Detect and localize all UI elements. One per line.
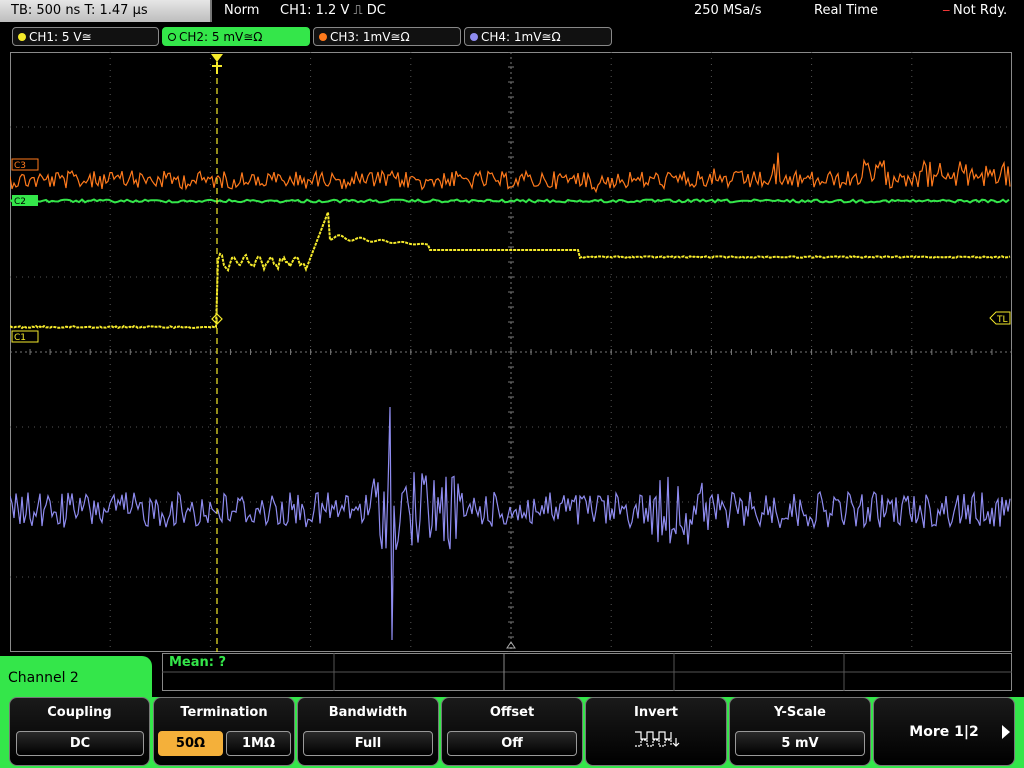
bandwidth-title: Bandwidth xyxy=(328,705,408,720)
coupling-title: Coupling xyxy=(47,705,112,720)
inverted-square-wave-icon xyxy=(635,731,680,747)
offset-softkey[interactable]: Offset Off xyxy=(441,697,583,766)
ch1-color-icon xyxy=(18,33,26,41)
more-label: More 1|2 xyxy=(909,724,979,740)
acquisition-mode: Real Time xyxy=(814,3,878,18)
y-scale-value[interactable]: 5 mV xyxy=(735,731,865,756)
coupling-softkey[interactable]: Coupling DC xyxy=(9,697,150,766)
timebase-readout[interactable]: TB: 500 ns T: 1.47 μs xyxy=(0,0,212,22)
c3-marker-label: C3 xyxy=(14,161,26,171)
tab-ch2-label: CH2: 5 mV≅Ω xyxy=(179,30,263,44)
channel-menu-title: Channel 2 xyxy=(8,670,79,686)
tab-ch3-label: CH3: 1mV≅Ω xyxy=(330,30,410,44)
c1-marker[interactable]: C1 xyxy=(11,330,39,343)
invert-title: Invert xyxy=(633,705,678,720)
tab-ch1-label: CH1: 5 V≅ xyxy=(29,30,92,44)
y-scale-title: Y-Scale xyxy=(773,705,826,720)
tab-ch4[interactable]: CH4: 1mV≅Ω xyxy=(464,27,612,46)
trigger-mode[interactable]: Norm xyxy=(224,0,259,22)
c3-marker[interactable]: C3 xyxy=(11,158,39,171)
mean-measurement[interactable]: Mean: ? xyxy=(169,655,226,670)
tab-ch4-label: CH4: 1mV≅Ω xyxy=(481,30,561,44)
c2-marker-label: C2 xyxy=(14,197,26,207)
termination-title: Termination xyxy=(180,705,268,720)
measurement-bar xyxy=(162,653,1012,691)
bandwidth-value[interactable]: Full xyxy=(303,731,433,756)
ch4-color-icon xyxy=(470,33,478,41)
not-ready-indicator-icon: _ xyxy=(943,0,950,12)
more-softkey[interactable]: More 1|2 xyxy=(873,697,1015,766)
coupling-value[interactable]: DC xyxy=(16,731,144,756)
ready-state: Not Rdy. xyxy=(953,3,1008,18)
tab-ch1[interactable]: CH1: 5 V≅ xyxy=(12,27,159,46)
tab-ch2[interactable]: CH2: 5 mV≅Ω xyxy=(162,27,310,46)
invert-softkey[interactable]: Invert xyxy=(585,697,727,766)
termination-softkey[interactable]: Termination 50Ω 1MΩ xyxy=(153,697,295,766)
offset-value[interactable]: Off xyxy=(447,731,577,756)
c2-marker[interactable]: C2 xyxy=(12,195,38,207)
ch3-color-icon xyxy=(319,33,327,41)
trigger-level-label: TL xyxy=(996,315,1008,325)
sample-rate: 250 MSa/s xyxy=(694,3,762,18)
termination-1mohm-option[interactable]: 1MΩ xyxy=(226,731,291,756)
tab-ch3[interactable]: CH3: 1mV≅Ω xyxy=(313,27,461,46)
y-scale-softkey[interactable]: Y-Scale 5 mV xyxy=(729,697,871,766)
ch2-color-icon xyxy=(168,33,176,41)
bandwidth-softkey[interactable]: Bandwidth Full xyxy=(297,697,439,766)
waveform-display[interactable]: C3 C2 C1 TL xyxy=(10,52,1012,652)
offset-title: Offset xyxy=(489,705,535,720)
right-arrow-icon xyxy=(1002,725,1010,739)
c1-marker-label: C1 xyxy=(14,333,26,343)
trigger-info[interactable]: CH1: 1.2 V ⎍ DC xyxy=(280,0,386,22)
termination-50ohm-option[interactable]: 50Ω xyxy=(158,731,223,756)
